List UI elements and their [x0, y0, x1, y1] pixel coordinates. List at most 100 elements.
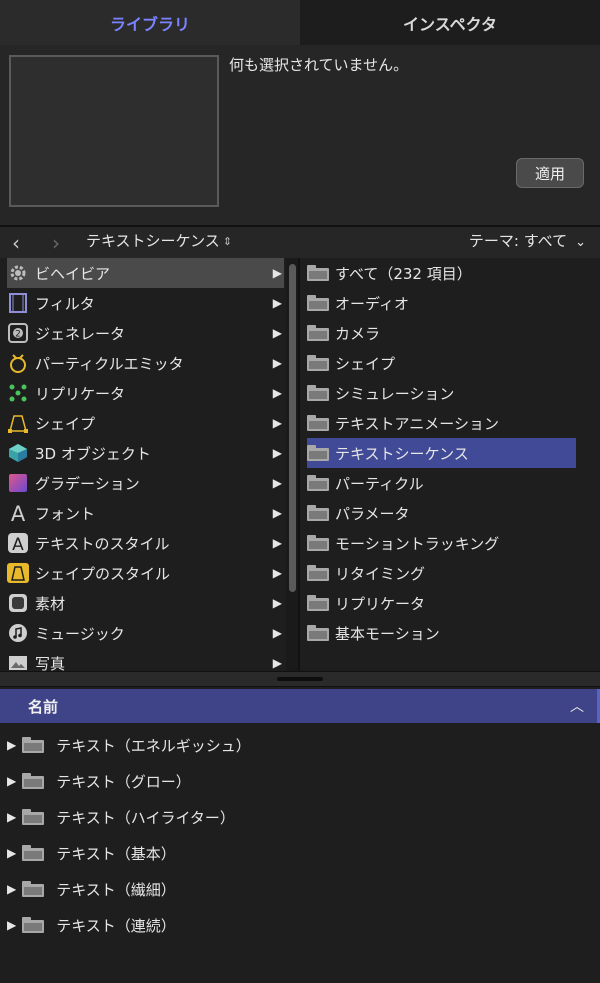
tab-library[interactable]: ライブラリ	[0, 0, 300, 45]
tab-inspector[interactable]: インスペクタ	[300, 0, 600, 45]
sort-caret-icon[interactable]: ︿	[570, 696, 584, 716]
subcategory-label: テキストシーケンス	[335, 444, 469, 463]
name-column-header[interactable]: 名前 ︿	[0, 689, 600, 723]
pane-splitter[interactable]	[0, 671, 600, 687]
subcategory-item[interactable]: テキストアニメーション	[307, 408, 576, 438]
name-header-label: 名前	[28, 698, 59, 716]
category-label: リプリケータ	[35, 384, 126, 403]
item-list: ▶ テキスト（エネルギッシュ） ▶ テキスト（グロー） ▶ テキスト（ハイライター） ▶ テキ…	[0, 723, 600, 983]
tab-bar: ライブラリ インスペクタ	[0, 0, 600, 45]
disclosure-arrow-icon: ▶	[272, 416, 282, 430]
cube-icon	[7, 442, 29, 464]
category-item[interactable]: 写真 ▶	[7, 648, 284, 671]
category-list: ビヘイビア ▶ フィルタ ▶ 2 ジェネレータ ▶ パーティクルエミッタ ▶ リプリケータ ▶ シェイ…	[0, 258, 286, 671]
category-label: シェイプ	[35, 414, 96, 433]
list-item[interactable]: ▶ テキスト（グロー）	[7, 763, 587, 799]
subcategory-item[interactable]: シミュレーション	[307, 378, 576, 408]
folder-icon	[307, 355, 329, 371]
disclosure-arrow-icon: ▶	[272, 476, 282, 490]
disclosure-arrow-icon: ▶	[272, 596, 282, 610]
subcategory-label: テキストアニメーション	[335, 414, 499, 433]
theme-popup[interactable]: テーマ: すべて ⌄	[469, 230, 586, 251]
disclosure-triangle-icon[interactable]: ▶	[7, 810, 16, 824]
subcategory-item[interactable]: リプリケータ	[307, 588, 576, 618]
list-item[interactable]: ▶ テキスト（ハイライター）	[7, 799, 587, 835]
nav-bar: ‹ › テキストシーケンス ⇕ テーマ: すべて ⌄	[0, 227, 600, 258]
category-item[interactable]: 3D オブジェクト ▶	[7, 438, 284, 468]
subcategory-item[interactable]: オーディオ	[307, 288, 576, 318]
subcategory-item[interactable]: すべて（232 項目）	[307, 258, 576, 288]
folder-icon	[307, 445, 329, 461]
particle-emitter-icon	[7, 352, 29, 374]
back-arrow-icon[interactable]: ‹	[12, 231, 20, 255]
list-item-label: テキスト（グロー）	[56, 772, 191, 791]
path-title: テキストシーケンス	[86, 232, 220, 250]
splitter-handle[interactable]	[277, 677, 323, 681]
category-item[interactable]: 2 ジェネレータ ▶	[7, 318, 284, 348]
disclosure-triangle-icon[interactable]: ▶	[7, 846, 16, 860]
shape-icon	[7, 412, 29, 434]
path-popup[interactable]: テキストシーケンス ⇕	[86, 230, 232, 251]
forward-arrow-icon[interactable]: ›	[52, 231, 60, 255]
gear-icon	[7, 262, 29, 284]
disclosure-arrow-icon: ▶	[272, 626, 282, 640]
subcategory-item[interactable]: パラメータ	[307, 498, 576, 528]
disclosure-triangle-icon[interactable]: ▶	[7, 918, 16, 932]
category-item[interactable]: シェイプのスタイル ▶	[7, 558, 284, 588]
disclosure-arrow-icon: ▶	[272, 386, 282, 400]
category-label: ジェネレータ	[35, 324, 126, 343]
apply-button[interactable]: 適用	[516, 158, 584, 188]
subcategory-item[interactable]: テキストシーケンス	[307, 438, 576, 468]
subcategory-item[interactable]: リタイミング	[307, 558, 576, 588]
list-item[interactable]: ▶ テキスト（連続）	[7, 907, 587, 943]
category-item[interactable]: グラデーション ▶	[7, 468, 284, 498]
preview-thumbnail	[9, 55, 219, 207]
category-item[interactable]: リプリケータ ▶	[7, 378, 284, 408]
disclosure-triangle-icon[interactable]: ▶	[7, 882, 16, 896]
list-item[interactable]: ▶ テキスト（基本）	[7, 835, 587, 871]
subcategory-item[interactable]: モーショントラッキング	[307, 528, 576, 558]
disclosure-triangle-icon[interactable]: ▶	[7, 774, 16, 788]
category-item[interactable]: 素材 ▶	[7, 588, 284, 618]
category-label: フィルタ	[35, 294, 95, 313]
folder-icon	[307, 535, 329, 551]
subcategory-item[interactable]: パーティクル	[307, 468, 576, 498]
subcategory-item[interactable]: 基本モーション	[307, 618, 576, 648]
category-label: グラデーション	[35, 474, 140, 493]
disclosure-arrow-icon: ▶	[272, 296, 282, 310]
category-label: シェイプのスタイル	[35, 564, 171, 583]
category-item[interactable]: A テキストのスタイル ▶	[7, 528, 284, 558]
folder-icon	[307, 505, 329, 521]
subcategory-label: モーショントラッキング	[335, 534, 500, 553]
category-label: 3D オブジェクト	[35, 444, 151, 463]
folder-icon	[307, 625, 329, 641]
disclosure-triangle-icon[interactable]: ▶	[7, 738, 16, 752]
list-item[interactable]: ▶ テキスト（エネルギッシュ）	[7, 727, 587, 763]
subcategory-label: すべて（232 項目）	[335, 264, 472, 283]
disclosure-arrow-icon: ▶	[272, 326, 282, 340]
category-item[interactable]: A フォント ▶	[7, 498, 284, 528]
subcategory-label: パラメータ	[335, 504, 410, 523]
updown-arrows-icon: ⇕	[222, 235, 233, 248]
scrollbar-thumb[interactable]	[289, 264, 296, 592]
subcategory-label: シェイプ	[335, 354, 396, 373]
list-item[interactable]: ▶ テキスト（繊細）	[7, 871, 587, 907]
list-item-label: テキスト（連続）	[56, 916, 176, 935]
category-item[interactable]: ビヘイビア ▶	[7, 258, 284, 288]
subcategory-item[interactable]: カメラ	[307, 318, 576, 348]
subcategory-label: カメラ	[335, 324, 381, 343]
category-item[interactable]: ミュージック ▶	[7, 618, 284, 648]
category-label: テキストのスタイル	[35, 534, 170, 553]
category-item[interactable]: フィルタ ▶	[7, 288, 284, 318]
category-item[interactable]: パーティクルエミッタ ▶	[7, 348, 284, 378]
subcategory-item[interactable]: シェイプ	[307, 348, 576, 378]
category-item[interactable]: シェイプ ▶	[7, 408, 284, 438]
folder-icon	[307, 595, 329, 611]
subcategory-label: 基本モーション	[335, 624, 440, 643]
folder-icon	[307, 385, 329, 401]
folder-icon	[307, 265, 329, 281]
subcategory-label: リプリケータ	[335, 594, 426, 613]
disclosure-arrow-icon: ▶	[272, 536, 282, 550]
subcategory-label: オーディオ	[335, 294, 409, 313]
replicator-icon	[7, 382, 29, 404]
